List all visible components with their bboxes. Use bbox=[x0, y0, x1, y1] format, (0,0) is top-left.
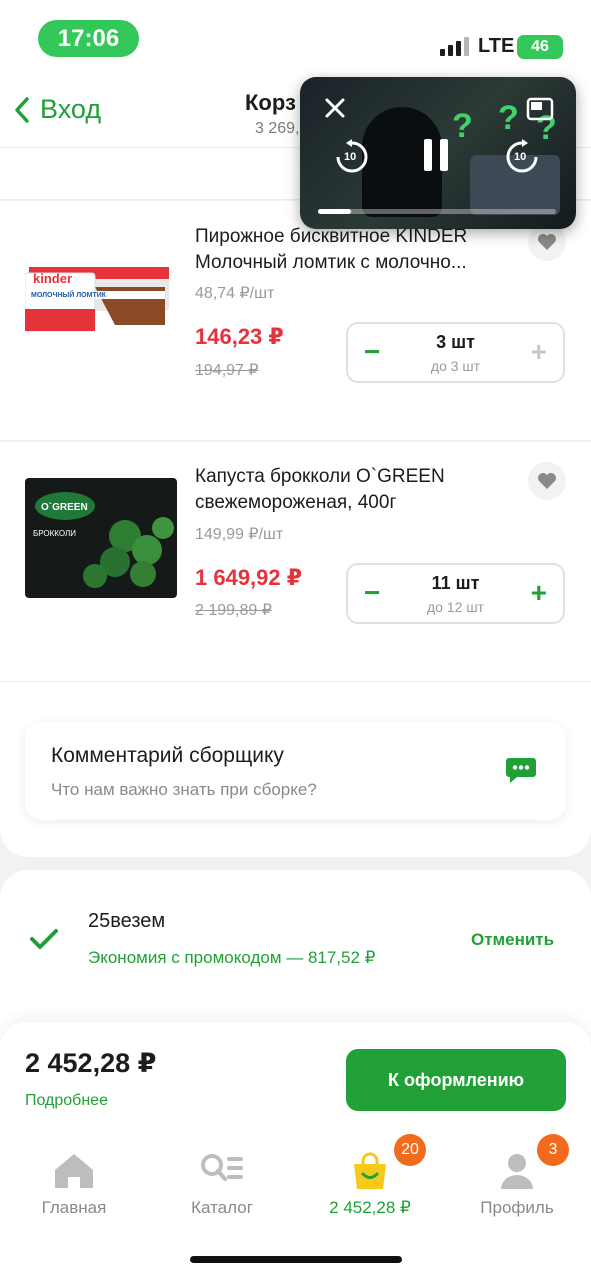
network-type: LTE bbox=[478, 35, 515, 57]
video-progress-fill bbox=[318, 209, 352, 214]
cart-count-badge: 20 bbox=[394, 1134, 426, 1166]
item-name-line1[interactable]: Капуста брокколи O`GREEN bbox=[195, 464, 525, 490]
battery-icon: 46 bbox=[517, 35, 563, 59]
page-title: Корз bbox=[245, 90, 296, 115]
pause-icon[interactable] bbox=[422, 137, 450, 173]
item-price: 1 649,92 ₽ bbox=[195, 565, 303, 590]
comment-section: Комментарий сборщику Что нам важно знать… bbox=[0, 682, 591, 857]
comment-title: Комментарий сборщику bbox=[51, 744, 284, 767]
item-name-line2[interactable]: свежемороженая, 400г bbox=[195, 490, 525, 516]
home-icon bbox=[55, 1154, 93, 1188]
forward-seconds: 10 bbox=[514, 151, 527, 163]
promo-savings: Экономия с промокодом — 817,52 ₽ bbox=[88, 948, 376, 967]
details-link[interactable]: Подробнее bbox=[25, 1092, 108, 1110]
status-bar: 17:06 LTE 46 bbox=[0, 0, 591, 80]
page-subtitle: 3 269, bbox=[255, 120, 300, 137]
rewind-seconds: 10 bbox=[344, 151, 357, 163]
tab-label: 2 452,28 ₽ bbox=[329, 1198, 411, 1217]
quantity-stepper: − 3 шт до 3 шт + bbox=[346, 322, 565, 383]
heart-icon bbox=[538, 234, 556, 250]
tab-home[interactable]: Главная bbox=[0, 1144, 148, 1224]
tab-bar: Главная Каталог 20 2 452,28 ₽ 3 Профиль bbox=[0, 1134, 591, 1224]
cart-bag-icon bbox=[354, 1152, 386, 1189]
catalog-search-icon bbox=[201, 1154, 243, 1181]
expand-pip-icon[interactable] bbox=[526, 97, 554, 121]
item-price: 146,23 ₽ bbox=[195, 324, 284, 349]
chevron-left-icon bbox=[15, 96, 29, 123]
increase-button[interactable]: + bbox=[531, 577, 547, 609]
product-image-kinder[interactable]: kinder МОЛОЧНЫЙ ЛОМТИК bbox=[25, 253, 177, 373]
tab-label: Каталог bbox=[191, 1198, 253, 1217]
tab-profile[interactable]: 3 Профиль bbox=[443, 1134, 591, 1224]
heart-icon bbox=[538, 473, 556, 489]
kinder-pack-title: МОЛОЧНЫЙ ЛОМТИК bbox=[31, 290, 107, 299]
unit-price: 149,99 ₽/шт bbox=[195, 526, 284, 543]
broccoli-pack-title: БРОККОЛИ bbox=[33, 529, 76, 538]
picker-comment-card[interactable]: Комментарий сборщику Что нам важно знать… bbox=[25, 722, 566, 820]
favorite-button[interactable] bbox=[528, 462, 566, 500]
quantity-stepper: − 11 шт до 12 шт + bbox=[346, 563, 565, 624]
old-price: 194,97 ₽ bbox=[195, 362, 259, 379]
back-label: Вход bbox=[40, 94, 102, 124]
check-icon bbox=[30, 929, 58, 949]
cart-item[interactable]: kinder МОЛОЧНЫЙ ЛОМТИК Пирожное бисквитн… bbox=[0, 201, 591, 441]
ogreen-logo-text: O`GREEN bbox=[41, 502, 88, 513]
video-question-mark: ? bbox=[452, 107, 473, 145]
profile-icon bbox=[501, 1154, 533, 1189]
kinder-logo-text: kinder bbox=[33, 271, 72, 286]
tab-cart[interactable]: 20 2 452,28 ₽ bbox=[296, 1134, 444, 1224]
profile-badge: 3 bbox=[537, 1134, 569, 1166]
cellular-signal-icon bbox=[440, 37, 469, 56]
video-question-mark: ? bbox=[498, 99, 519, 137]
item-name-line2[interactable]: Молочный ломтик с молочно... bbox=[195, 250, 525, 276]
tab-catalog[interactable]: Каталог bbox=[148, 1144, 296, 1224]
old-price: 2 199,89 ₽ bbox=[195, 602, 272, 619]
home-indicator bbox=[190, 1256, 402, 1263]
tab-label: Профиль bbox=[480, 1198, 554, 1217]
promo-cancel-button[interactable]: Отменить bbox=[471, 930, 554, 950]
increase-button[interactable]: + bbox=[531, 336, 547, 368]
comment-placeholder: Что нам важно знать при сборке? bbox=[51, 780, 317, 799]
chat-bubble-icon bbox=[506, 758, 536, 783]
video-progress-bar[interactable] bbox=[318, 209, 556, 214]
promo-code: 25везем bbox=[88, 910, 166, 932]
product-image-broccoli[interactable]: O`GREEN БРОККОЛИ bbox=[25, 478, 177, 598]
battery-level: 46 bbox=[531, 38, 549, 55]
unit-price: 48,74 ₽/шт bbox=[195, 285, 275, 302]
checkout-bar: 2 452,28 ₽ Подробнее К оформлению Главна… bbox=[0, 1022, 591, 1280]
checkout-button[interactable]: К оформлению bbox=[346, 1049, 566, 1111]
back-button[interactable]: Вход bbox=[14, 94, 101, 125]
pip-video-player[interactable]: ? ? ? 10 10 bbox=[300, 77, 576, 229]
status-time: 17:06 bbox=[38, 20, 139, 57]
order-total: 2 452,28 ₽ bbox=[25, 1048, 157, 1078]
close-icon[interactable] bbox=[324, 97, 346, 119]
cart-item[interactable]: O`GREEN БРОККОЛИ Капуста брокколи O`GREE… bbox=[0, 442, 591, 682]
tab-label: Главная bbox=[41, 1198, 107, 1217]
